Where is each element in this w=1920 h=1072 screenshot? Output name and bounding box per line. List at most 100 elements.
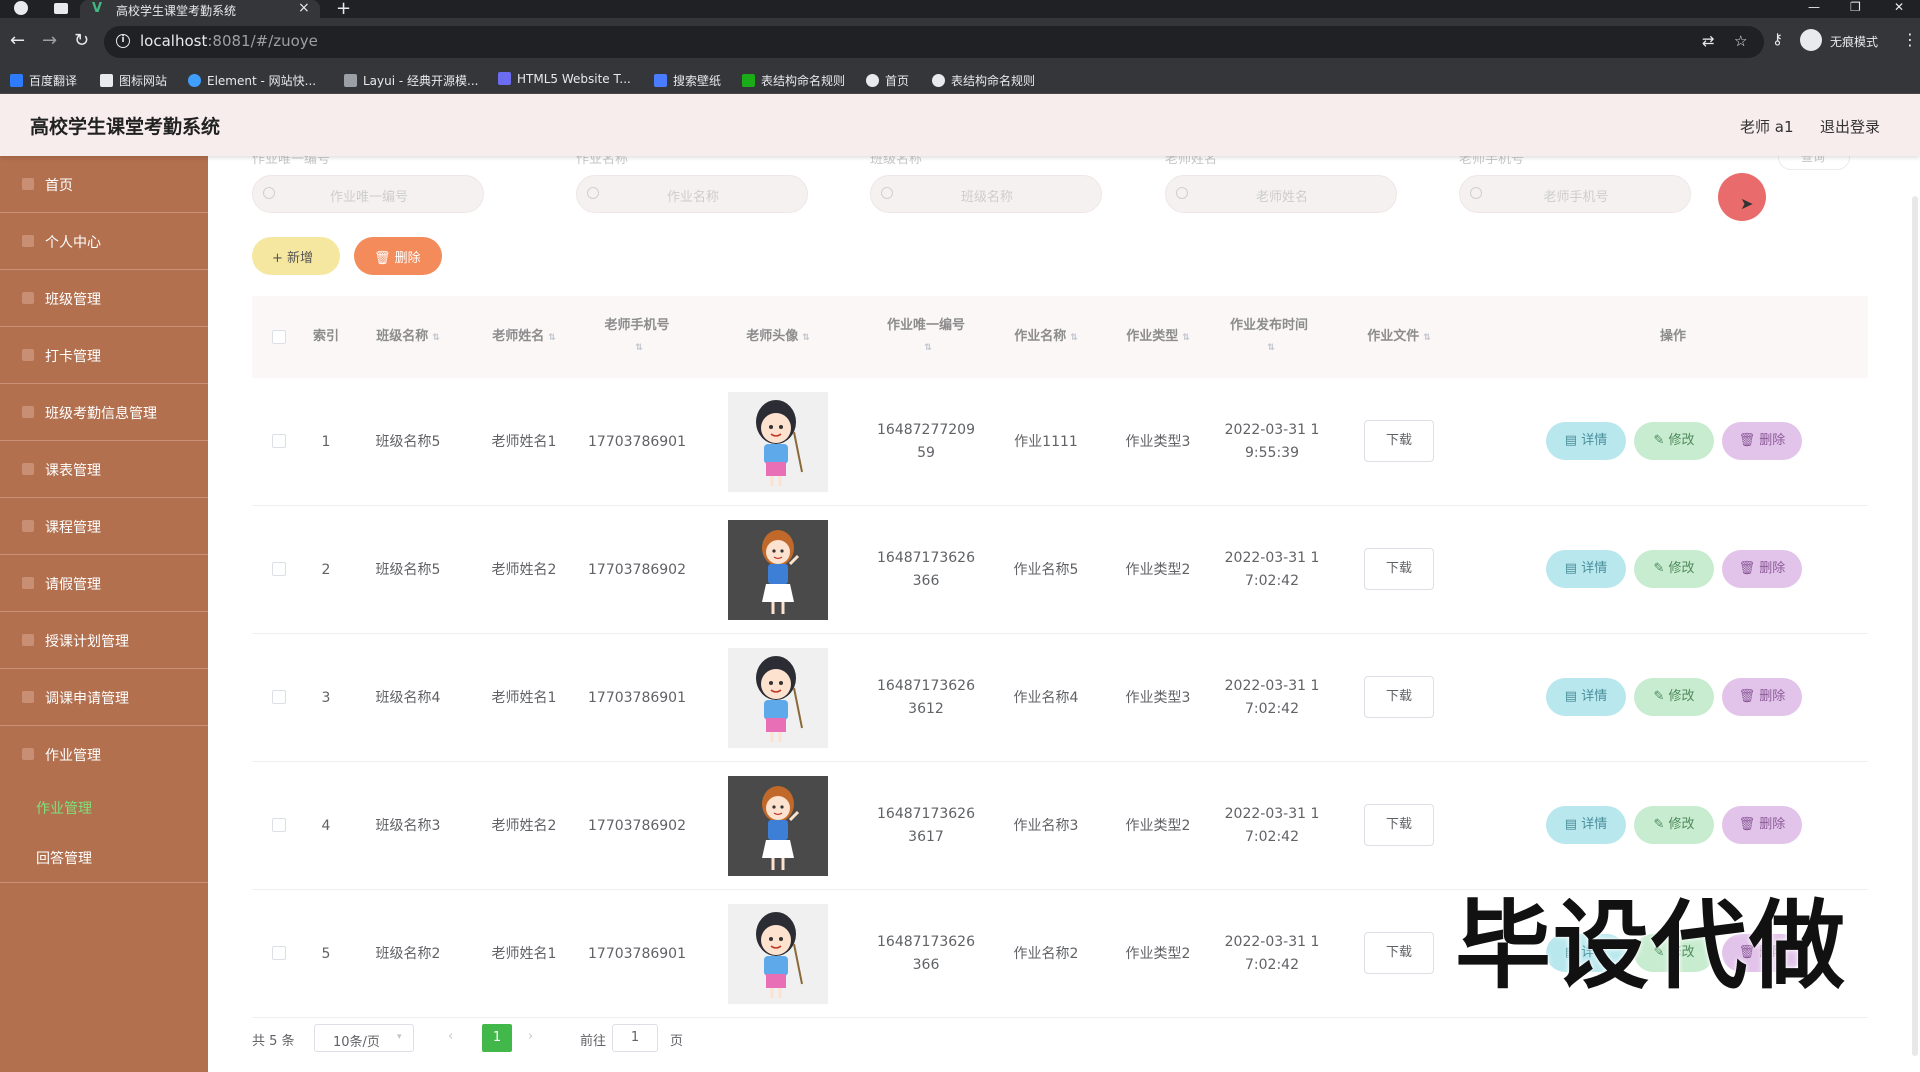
download-button[interactable]: 下载 <box>1364 804 1434 846</box>
edit-button[interactable]: ✎ 修改 <box>1634 550 1714 588</box>
prev-page-icon[interactable]: ‹ <box>448 1029 453 1044</box>
tab-close-icon[interactable]: × <box>298 0 310 16</box>
search-input-hw-id[interactable]: 作业唯一编号 <box>252 175 484 213</box>
sidebar-item-profile[interactable]: 个人中心 <box>0 213 208 270</box>
search-input-hw-name[interactable]: 作业名称 <box>576 175 808 213</box>
delete-button[interactable]: 🗑 删除 <box>1722 422 1802 460</box>
teacher-avatar-image[interactable] <box>728 904 828 1004</box>
goto-unit: 页 <box>670 1034 684 1049</box>
site-info-icon[interactable]: i <box>116 34 130 48</box>
col-teacher-name[interactable]: 老师姓名 ⇅ <box>468 296 580 378</box>
sort-icon: ⇅ <box>1423 332 1431 343</box>
browser-menu-icon[interactable]: ⋮ <box>1902 30 1918 49</box>
search-input-teacher[interactable]: 老师姓名 <box>1165 175 1397 213</box>
batch-delete-button[interactable]: 🗑 删除 <box>354 237 442 275</box>
sidebar-subitem-homework[interactable]: 作业管理 <box>0 783 208 833</box>
bookmark-item[interactable]: HTML5 Website T... <box>498 72 631 86</box>
browser-tab-active[interactable]: V 高校学生课堂考勤系统 × <box>80 0 320 18</box>
page-scrollbar[interactable] <box>1912 196 1918 1056</box>
sidebar-subitem-answers[interactable]: 回答管理 <box>0 833 208 883</box>
edit-button[interactable]: ✎ 修改 <box>1634 422 1714 460</box>
col-index: 索引 <box>312 329 339 344</box>
col-hw-name[interactable]: 作业名称 ⇅ <box>990 296 1102 378</box>
detail-button[interactable]: ▤ 详情 <box>1546 678 1626 716</box>
sidebar-item-timetable[interactable]: 课表管理 <box>0 441 208 498</box>
teacher-avatar-image[interactable] <box>728 648 828 748</box>
sidebar-item-course[interactable]: 课程管理 <box>0 498 208 555</box>
row-checkbox[interactable] <box>272 946 286 960</box>
delete-button[interactable]: 🗑 删除 <box>1722 678 1802 716</box>
incognito-indicator[interactable]: 无痕模式 <box>1800 26 1900 58</box>
sidebar-item-teaching-plan[interactable]: 授课计划管理 <box>0 612 208 669</box>
sidebar-item-leave[interactable]: 请假管理 <box>0 555 208 612</box>
search-input-phone[interactable]: 老师手机号 <box>1459 175 1691 213</box>
col-class-name[interactable]: 班级名称 ⇅ <box>348 296 468 378</box>
back-icon[interactable]: ← <box>10 30 25 51</box>
download-button[interactable]: 下载 <box>1364 420 1434 462</box>
row-checkbox[interactable] <box>272 690 286 704</box>
url-text[interactable]: localhost:8081/#/zuoye <box>140 32 318 50</box>
next-page-icon[interactable]: › <box>528 1029 533 1044</box>
page-number-current[interactable]: 1 <box>482 1024 512 1052</box>
restore-icon[interactable]: ❐ <box>1850 0 1861 14</box>
detail-button[interactable]: ▤ 详情 <box>1546 550 1626 588</box>
col-hw-file[interactable]: 作业文件 ⇅ <box>1324 296 1474 378</box>
tab-search-icon[interactable] <box>54 3 68 14</box>
bookmark-item[interactable]: Element - 网站快... <box>188 72 316 89</box>
translate-icon[interactable]: ⇄ <box>1702 32 1715 50</box>
edit-button[interactable]: ✎ 修改 <box>1634 806 1714 844</box>
sidebar-item-checkin[interactable]: 打卡管理 <box>0 327 208 384</box>
detail-button[interactable]: ▤ 详情 <box>1546 422 1626 460</box>
new-tab-button[interactable]: + <box>336 0 351 19</box>
logout-link[interactable]: 退出登录 <box>1820 116 1880 137</box>
select-all-checkbox[interactable] <box>272 330 286 344</box>
bookmark-item[interactable]: Layui - 经典开源模... <box>344 72 478 89</box>
sidebar-item-label: 个人中心 <box>45 235 101 251</box>
sidebar-item-class[interactable]: 班级管理 <box>0 270 208 327</box>
table-header: 索引 班级名称 ⇅ 老师姓名 ⇅ 老师手机号 ⇅ 老师头像 ⇅ 作业唯一编号 ⇅ 作业名称… <box>252 296 1868 378</box>
teacher-avatar-image[interactable] <box>728 392 828 492</box>
row-checkbox[interactable] <box>272 818 286 832</box>
row-checkbox[interactable] <box>272 434 286 448</box>
search-input-class[interactable]: 班级名称 <box>870 175 1102 213</box>
teacher-avatar-image[interactable] <box>728 776 828 876</box>
delete-button[interactable]: 🗑 删除 <box>1722 550 1802 588</box>
goto-page-input[interactable]: 1 <box>612 1024 658 1052</box>
sidebar-item-attendance[interactable]: 班级考勤信息管理 <box>0 384 208 441</box>
page-size-select[interactable]: 10条/页 ▾ <box>314 1024 414 1052</box>
teacher-avatar-image[interactable] <box>728 520 828 620</box>
col-hw-type[interactable]: 作业类型 ⇅ <box>1102 296 1214 378</box>
add-button[interactable]: + 新增 <box>252 237 340 275</box>
bookmark-item[interactable]: 首页 <box>866 72 909 89</box>
col-teacher-phone[interactable]: 老师手机号 ⇅ <box>580 296 694 378</box>
cell-class-name: 班级名称2 <box>375 945 441 962</box>
minimize-icon[interactable]: — <box>1808 0 1820 14</box>
download-button[interactable]: 下载 <box>1364 548 1434 590</box>
col-teacher-avatar[interactable]: 老师头像 ⇅ <box>694 296 862 378</box>
edit-button[interactable]: ✎ 修改 <box>1634 678 1714 716</box>
bookmark-item[interactable]: 表结构命名规则 <box>742 72 845 89</box>
delete-button[interactable]: 🗑 删除 <box>1722 806 1802 844</box>
bookmark-item[interactable]: 表结构命名规则 <box>932 72 1035 89</box>
bookmark-item[interactable]: 百度翻译 <box>10 72 77 89</box>
window-close-icon[interactable]: ✕ <box>1894 0 1904 14</box>
sidebar-item-home[interactable]: 首页 <box>0 156 208 213</box>
bookmark-item[interactable]: 图标网站 <box>100 72 167 89</box>
sidebar-item-homework[interactable]: 作业管理 <box>0 726 208 783</box>
sidebar-item-reschedule[interactable]: 调课申请管理 <box>0 669 208 726</box>
col-hw-id[interactable]: 作业唯一编号 ⇅ <box>862 296 990 378</box>
password-key-icon[interactable]: ⚷ <box>1772 30 1783 48</box>
forward-icon[interactable]: → <box>42 30 57 51</box>
mouse-cursor-icon: ➤ <box>1740 194 1754 213</box>
address-bar[interactable]: i localhost:8081/#/zuoye ⇄ ☆ <box>104 26 1764 58</box>
bookmark-star-icon[interactable]: ☆ <box>1734 32 1747 50</box>
search-button[interactable]: 查询 <box>1778 156 1850 170</box>
detail-button[interactable]: ▤ 详情 <box>1546 806 1626 844</box>
download-button[interactable]: 下载 <box>1364 932 1434 974</box>
reload-icon[interactable]: ↻ <box>74 30 89 51</box>
row-checkbox[interactable] <box>272 562 286 576</box>
sort-icon: ⇅ <box>924 343 932 353</box>
bookmark-item[interactable]: 搜索壁纸 <box>654 72 721 89</box>
col-hw-time[interactable]: 作业发布时间 ⇅ <box>1214 296 1324 378</box>
download-button[interactable]: 下载 <box>1364 676 1434 718</box>
